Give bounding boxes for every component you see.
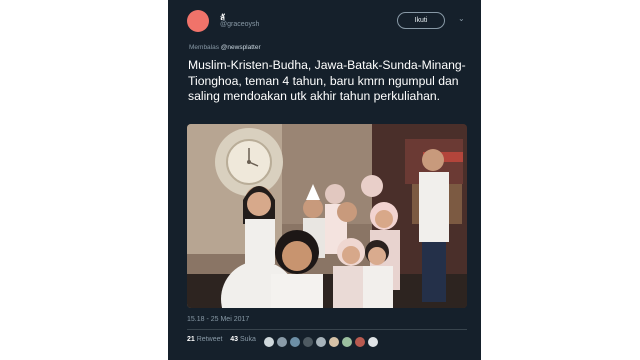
retweet-count[interactable]: 21 (187, 336, 195, 343)
reply-to-link[interactable]: @newsplatter (221, 44, 261, 51)
chevron-down-icon[interactable]: ⌄ (458, 14, 465, 23)
liker-avatar[interactable] (315, 336, 327, 348)
engagement-stats: 21 Retweet 43 Suka (187, 336, 256, 343)
wall-clock-decor (215, 128, 283, 196)
liker-avatar[interactable] (302, 336, 314, 348)
like-count[interactable]: 43 (230, 336, 238, 343)
tweet-photo[interactable] (187, 124, 467, 308)
reply-prefix: Membalas (189, 44, 219, 51)
like-label[interactable]: Suka (240, 336, 256, 343)
liker-avatar[interactable] (289, 336, 301, 348)
liker-avatar[interactable] (354, 336, 366, 348)
tweet-text: Muslim-Kristen-Budha, Jawa-Batak-Sunda-M… (188, 58, 466, 103)
group-photo (187, 124, 467, 308)
user-handle[interactable]: @graceoysh (220, 21, 259, 28)
liker-avatar[interactable] (341, 336, 353, 348)
follow-button[interactable]: Ikuti (397, 12, 445, 29)
liker-avatar[interactable] (276, 336, 288, 348)
reply-context: Membalas @newsplatter (189, 44, 261, 51)
avatar[interactable] (187, 10, 209, 32)
liker-avatar[interactable] (328, 336, 340, 348)
tweet-timestamp[interactable]: 15.18 - 25 Mei 2017 (187, 316, 249, 323)
liker-avatar[interactable] (367, 336, 379, 348)
divider (187, 329, 467, 330)
liker-avatar[interactable] (263, 336, 275, 348)
tweet-card: ลั @graceoysh Ikuti ⌄ Membalas @newsplat… (168, 0, 481, 360)
retweet-label[interactable]: Retweet (197, 336, 223, 343)
